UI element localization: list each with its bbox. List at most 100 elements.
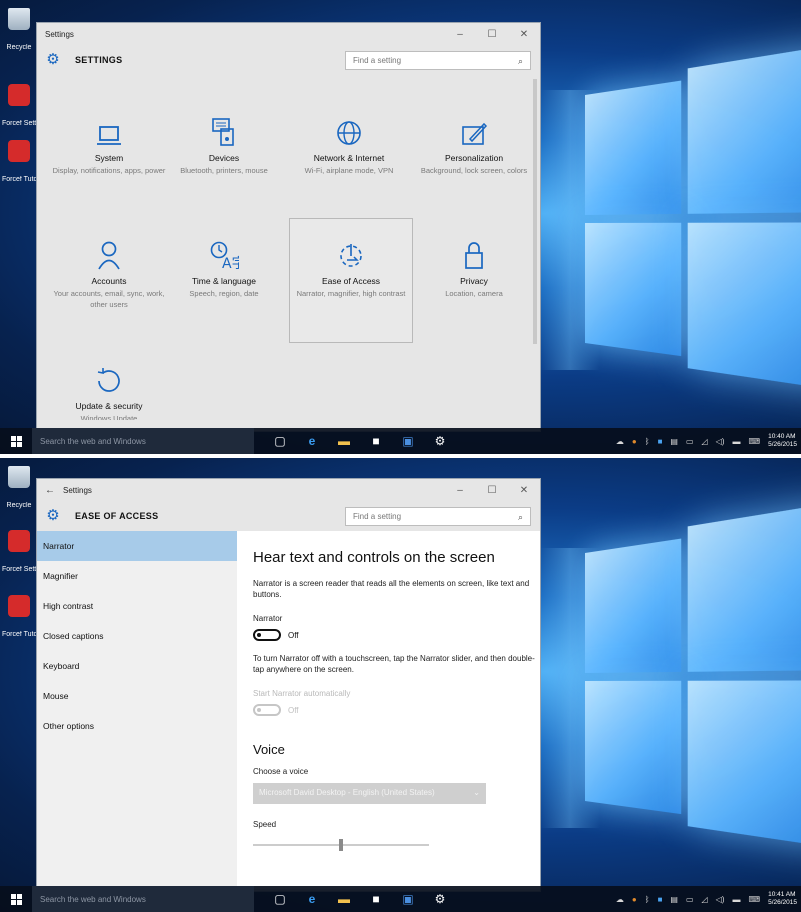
minimize-button[interactable]: – [444, 23, 476, 45]
store-icon[interactable]: ■ [360, 428, 392, 454]
taskbar-search[interactable]: Search the web and Windows [32, 428, 254, 454]
sidebar-item-closed-captions[interactable]: Closed captions [37, 621, 237, 651]
start-auto-label: Start Narrator automatically [253, 689, 351, 698]
battery-icon[interactable]: ▭ [686, 437, 694, 446]
edge-icon[interactable]: e [296, 886, 328, 912]
desktop-icon-recycle-bin[interactable]: Recycle [2, 464, 36, 509]
maximize-button[interactable]: ☐ [476, 23, 508, 45]
intro-text: Narrator is a screen reader that reads a… [253, 579, 530, 599]
narrator-state: Off [288, 630, 299, 640]
action-center-icon[interactable]: ▬ [733, 895, 741, 904]
network-icon[interactable]: ◿ [702, 437, 708, 446]
find-setting-search[interactable]: Find a setting ⌕ [345, 507, 531, 526]
voice-heading: Voice [253, 742, 285, 757]
action-center-icon[interactable]: ▬ [733, 437, 741, 446]
app-tray-icon-2[interactable]: ■ [658, 437, 663, 446]
start-auto-toggle-row: Off [253, 704, 540, 716]
search-placeholder: Find a setting [353, 512, 402, 521]
voice-select[interactable]: Microsoft David Desktop - English (Unite… [253, 783, 486, 804]
clock[interactable]: 10:40 AM 5/26/2015 [768, 433, 797, 449]
category-personalization[interactable]: Personalization Background, lock screen,… [412, 107, 536, 176]
store-icon[interactable]: ■ [360, 886, 392, 912]
title-bar[interactable]: ← Settings – ☐ ✕ [37, 479, 540, 501]
settings-taskbar-icon[interactable]: ⚙ [424, 886, 456, 912]
find-setting-search[interactable]: Find a setting ⌕ [345, 51, 531, 70]
file-explorer-icon[interactable]: ▬ [328, 886, 360, 912]
keyboard-icon [212, 118, 234, 146]
app-tray-icon[interactable]: ● [632, 895, 637, 904]
maximize-button[interactable]: ☐ [476, 479, 508, 501]
app-tray-icon-2[interactable]: ■ [658, 895, 663, 904]
slider-thumb[interactable] [339, 839, 343, 851]
edge-icon[interactable]: e [296, 428, 328, 454]
start-button[interactable] [0, 428, 32, 454]
svg-text:A字: A字 [222, 256, 239, 270]
section-heading: Hear text and controls on the screen [253, 549, 495, 566]
minimize-button[interactable]: – [444, 479, 476, 501]
app-tray-icon[interactable]: ● [632, 437, 637, 446]
desktop-icon-forcefield-tutor[interactable]: Forcef Tutor [2, 138, 36, 183]
word-icon[interactable]: ▣ [392, 886, 424, 912]
cloud-icon[interactable]: ☁ [616, 895, 624, 904]
category-accounts[interactable]: Accounts Your accounts, email, sync, wor… [47, 230, 171, 310]
lock-icon [465, 242, 483, 269]
sidebar-item-magnifier[interactable]: Magnifier [37, 561, 237, 591]
volume-icon[interactable]: ◁) [716, 895, 725, 904]
taskbar-apps: ▢ e ▬ ■ ▣ ⚙ [264, 886, 456, 912]
battery-icon[interactable]: ▭ [686, 895, 694, 904]
word-icon[interactable]: ▣ [392, 428, 424, 454]
taskbar-search[interactable]: Search the web and Windows [32, 886, 254, 912]
tablet-icon[interactable]: ▤ [670, 895, 678, 904]
start-auto-toggle[interactable] [253, 704, 281, 716]
recycle-bin-icon [8, 466, 30, 488]
page-title: EASE OF ACCESS [75, 511, 159, 521]
category-time-language[interactable]: A字 Time & language Speech, region, date [162, 230, 286, 299]
back-arrow-icon[interactable]: ← [45, 485, 55, 496]
narrator-toggle[interactable] [253, 629, 281, 641]
task-view-icon[interactable]: ▢ [264, 886, 296, 912]
cloud-icon[interactable]: ☁ [616, 437, 624, 446]
network-icon[interactable]: ◿ [702, 895, 708, 904]
desktop-icon-recycle-bin[interactable]: Recycle [2, 6, 36, 51]
keyboard-tray-icon[interactable]: ⌨ [749, 895, 761, 904]
system-tray: ☁ ● ᛒ ■ ▤ ▭ ◿ ◁) ▬ ⌨ 10:41 AM 5/26/2015 [616, 886, 801, 912]
clock[interactable]: 10:41 AM 5/26/2015 [768, 891, 797, 907]
close-button[interactable]: ✕ [508, 23, 540, 45]
category-system[interactable]: System Display, notifications, apps, pow… [47, 107, 171, 176]
start-button[interactable] [0, 886, 32, 912]
sidebar-item-narrator[interactable]: Narrator [37, 531, 237, 561]
sidebar-item-keyboard[interactable]: Keyboard [37, 651, 237, 681]
settings-taskbar-icon[interactable]: ⚙ [424, 428, 456, 454]
task-view-icon[interactable]: ▢ [264, 428, 296, 454]
forcefield-icon [8, 595, 30, 617]
title-bar[interactable]: Settings – ☐ ✕ [37, 23, 540, 45]
bluetooth-icon[interactable]: ᛒ [645, 895, 650, 904]
sidebar-item-other-options[interactable]: Other options [37, 711, 237, 741]
choose-voice-label: Choose a voice [253, 767, 309, 776]
wallpaper-windows-logo [585, 44, 801, 391]
wallpaper-windows-logo [585, 502, 801, 849]
desktop-icon-forcefield-settings[interactable]: Forcef Settin [2, 82, 36, 127]
sidebar-item-mouse[interactable]: Mouse [37, 681, 237, 711]
bluetooth-icon[interactable]: ᛒ [645, 437, 650, 446]
category-devices[interactable]: Devices Bluetooth, printers, mouse [162, 107, 286, 176]
close-button[interactable]: ✕ [508, 479, 540, 501]
category-update-security[interactable]: Update & security Windows Update [47, 355, 171, 420]
speed-slider[interactable] [253, 839, 429, 851]
laptop-icon [97, 126, 121, 145]
search-icon[interactable]: ⌕ [518, 512, 523, 522]
category-privacy[interactable]: Privacy Location, camera [412, 230, 536, 299]
gear-icon: ⚙ [46, 507, 60, 524]
category-ease-of-access[interactable]: Ease of Access Narrator, magnifier, high… [289, 218, 413, 343]
desktop-icon-forcefield-tutor[interactable]: Forcef Tutor [2, 593, 36, 638]
chevron-down-icon: ⌄ [473, 788, 480, 797]
sidebar-item-high-contrast[interactable]: High contrast [37, 591, 237, 621]
tablet-icon[interactable]: ▤ [670, 437, 678, 446]
category-network[interactable]: Network & Internet Wi-Fi, airplane mode,… [287, 107, 411, 176]
search-icon[interactable]: ⌕ [518, 56, 523, 66]
settings-window: ← Settings – ☐ ✕ ⚙ EASE OF ACCESS Find a… [36, 478, 541, 892]
keyboard-tray-icon[interactable]: ⌨ [749, 437, 761, 446]
volume-icon[interactable]: ◁) [716, 437, 725, 446]
file-explorer-icon[interactable]: ▬ [328, 428, 360, 454]
desktop-icon-forcefield-settings[interactable]: Forcef Settin [2, 528, 36, 573]
